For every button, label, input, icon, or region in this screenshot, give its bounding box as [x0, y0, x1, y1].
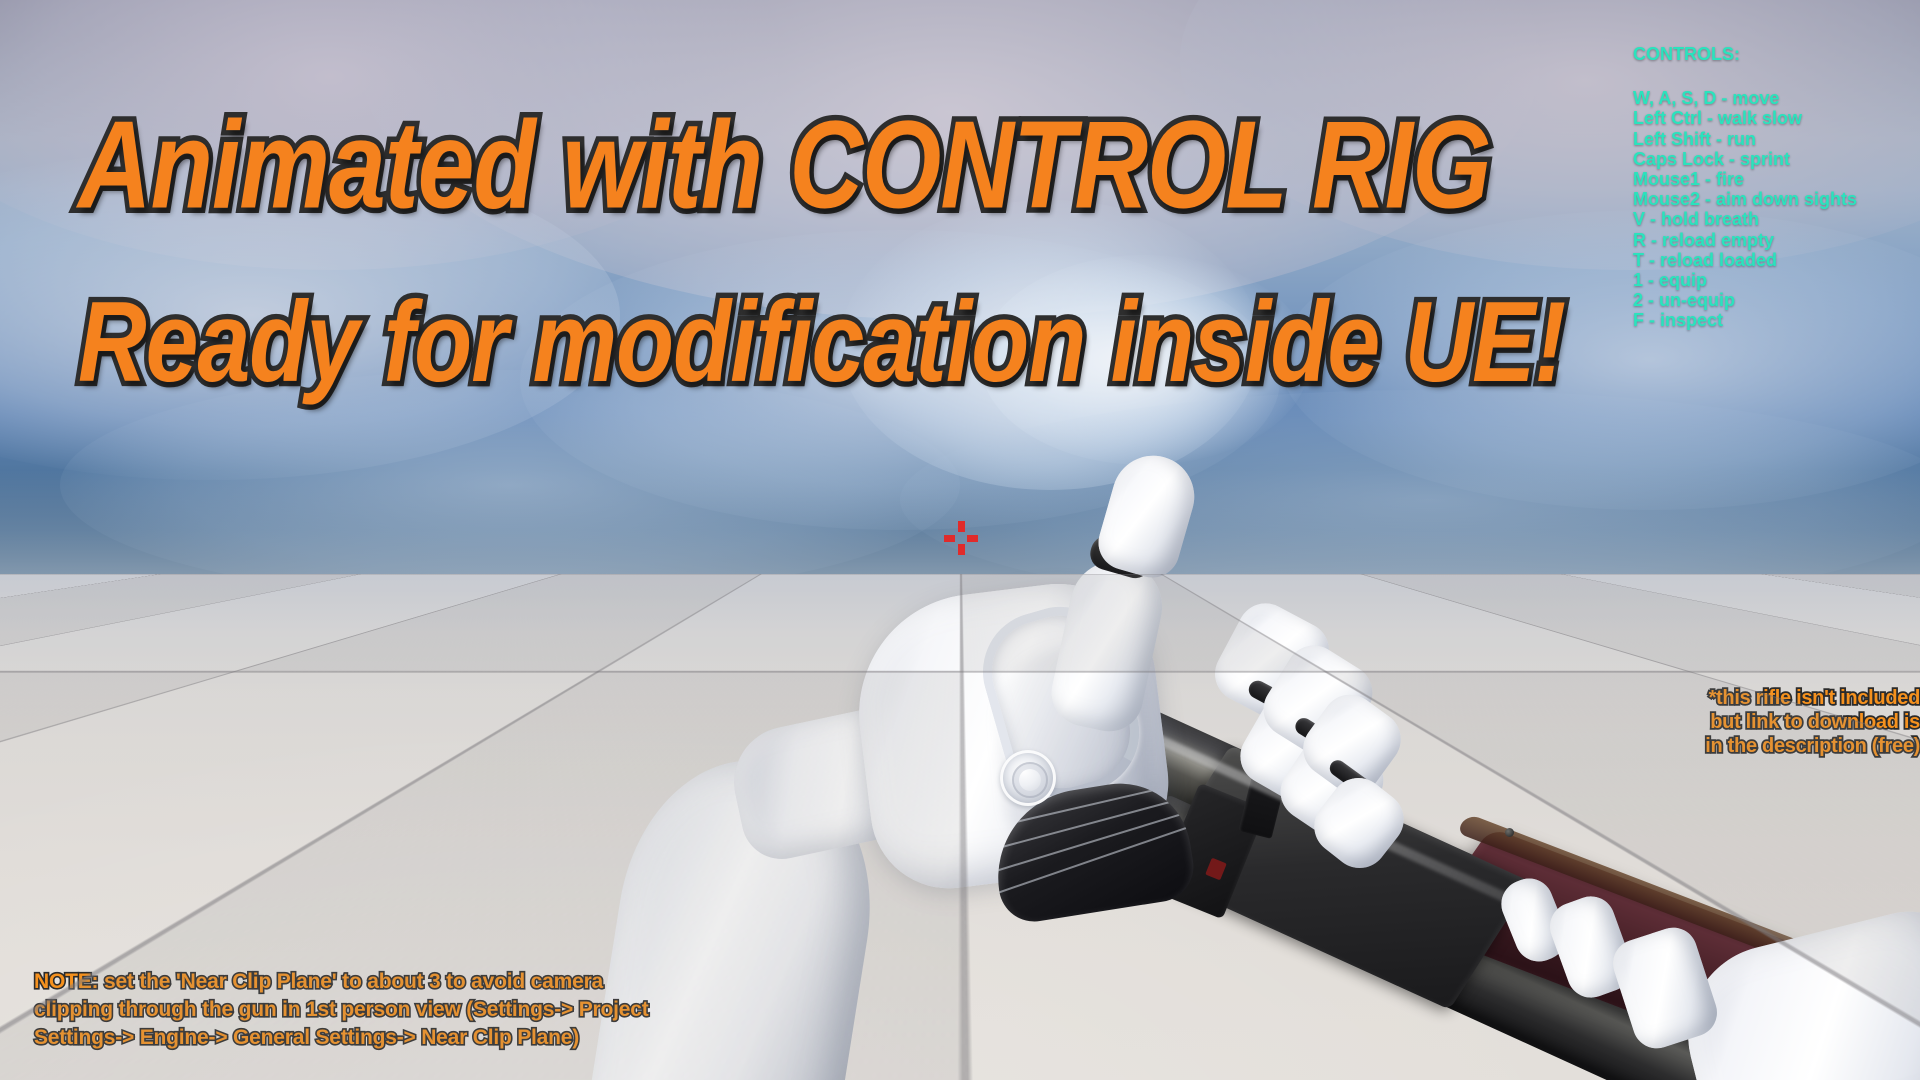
rifle-disclaimer: *this rifle isn't included but link to d…: [1340, 685, 1920, 759]
headline-line-2: Ready for modification inside UE!: [73, 274, 1570, 412]
control-item-walk-slow: Left Ctrl - walk slow: [1633, 108, 1803, 129]
crosshair-segment-left: [944, 535, 955, 542]
rifle-disclaimer-line-3: in the description (free): [1704, 733, 1920, 759]
control-item-sprint: Caps Lock - sprint: [1633, 148, 1791, 169]
control-item-equip: 1 - equip: [1633, 270, 1708, 291]
controls-list: W, A, S, D - move Left Ctrl - walk slow …: [1633, 88, 1920, 330]
control-item-unequip: 2 - un-equip: [1633, 290, 1735, 311]
control-item-reload-empty: R - reload empty: [1633, 229, 1775, 250]
control-item-move: W, A, S, D - move: [1633, 88, 1780, 109]
crosshair-segment-right: [967, 535, 978, 542]
control-item-run: Left Shift - run: [1633, 128, 1756, 149]
crosshair-segment-bottom: [958, 544, 965, 555]
control-item-reload-loaded: T - reload loaded: [1633, 249, 1778, 270]
control-item-hold-breath: V - hold breath: [1633, 209, 1759, 230]
control-item-inspect: F - inspect: [1633, 310, 1724, 331]
control-item-fire: Mouse1 - fire: [1633, 169, 1745, 190]
near-clip-plane-note: NOTE: set the 'Near Clip Plane' to about…: [32, 968, 754, 1052]
crosshair-segment-top: [958, 521, 965, 532]
control-item-ads: Mouse2 - aim down sights: [1633, 189, 1858, 210]
game-viewport: Animated with CONTROL RIG Ready for modi…: [0, 0, 1920, 1080]
clip-note-line-1: NOTE: set the 'Near Clip Plane' to about…: [32, 968, 604, 994]
rifle-disclaimer-line-1: *this rifle isn't included: [1707, 685, 1920, 711]
clip-note-line-3: Settings-> Engine-> General Settings-> N…: [32, 1024, 580, 1050]
clip-note-line-2: clipping through the gun in 1st person v…: [32, 996, 650, 1022]
rifle-disclaimer-line-2: but link to download is: [1708, 709, 1920, 735]
controls-legend: CONTROLS: W, A, S, D - move Left Ctrl - …: [1633, 44, 1920, 331]
controls-title: CONTROLS:: [1633, 44, 1740, 64]
headline-line-1: Animated with CONTROL RIG: [73, 90, 1495, 240]
